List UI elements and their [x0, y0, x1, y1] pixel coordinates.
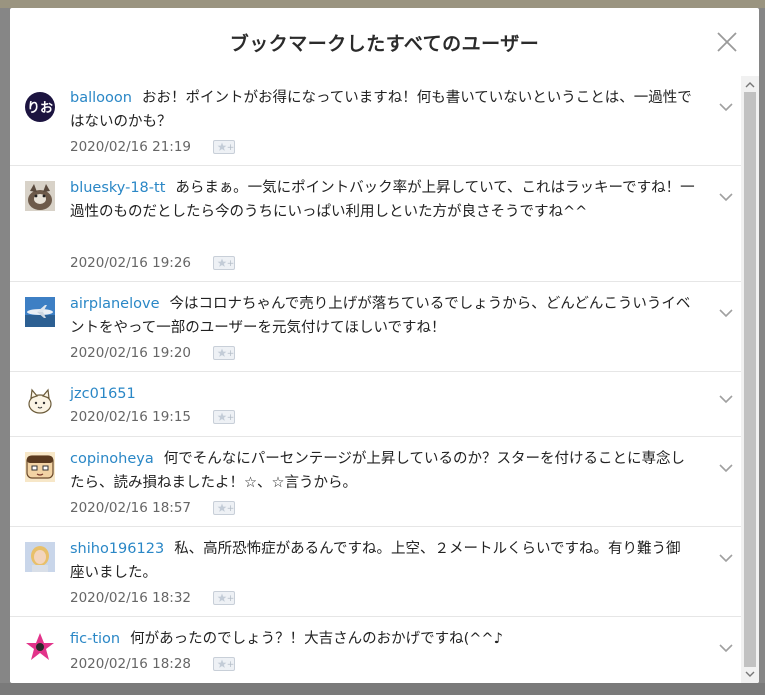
comment-item: copinoheya 何でそんなにパーセンテージが上昇しているのか？スターを付ける… [10, 437, 741, 527]
add-star-icon: + [213, 410, 236, 424]
scroll-down-icon[interactable] [741, 667, 759, 681]
avatar-label: りお [27, 101, 53, 116]
add-star-button[interactable]: + [213, 657, 236, 671]
add-star-button[interactable]: + [213, 591, 236, 605]
username-link[interactable]: ballooon [70, 90, 132, 106]
comment-timestamp[interactable]: 2020/02/16 21:19 [70, 139, 191, 155]
add-star-icon: + [213, 140, 236, 154]
comment-timestamp[interactable]: 2020/02/16 18:57 [70, 500, 191, 516]
comment-item: shiho196123 私、高所恐怖症があるんですね。上空、２メートルくらいですね… [10, 527, 741, 617]
comment-meta: 2020/02/16 18:32 + [70, 590, 236, 606]
chevron-down-icon[interactable] [719, 554, 733, 563]
comment-list[interactable]: りお ballooon おお！ポイントがお得になっていますね！何も書いていないとい… [10, 76, 741, 683]
comment-meta: 2020/02/16 19:26 + [70, 255, 236, 271]
comment-list-scrollbar[interactable] [741, 76, 759, 683]
comment-text: おお！ポイントがお得になっていますね！何も書いていないということは、一過性ではな… [70, 90, 692, 130]
svg-text:+: + [227, 660, 235, 670]
background-bottom-edge [0, 683, 765, 695]
chevron-down-icon[interactable] [719, 644, 733, 653]
username-link[interactable]: copinoheya [70, 451, 154, 467]
comment-timestamp[interactable]: 2020/02/16 18:32 [70, 590, 191, 606]
comment-text: 何でそんなにパーセンテージが上昇しているのか？スターを付けることに専念したら、読… [70, 451, 685, 491]
svg-text:+: + [227, 349, 235, 359]
background-right-edge [759, 8, 765, 695]
comment-meta: 2020/02/16 21:19 + [70, 139, 236, 155]
background-left-edge [0, 8, 10, 695]
comment-timestamp[interactable]: 2020/02/16 19:15 [70, 409, 191, 425]
comment-item: airplanelove 今はコロナちゃんで売り上げが落ちているでしょうから、どん… [10, 282, 741, 372]
add-star-button[interactable]: + [213, 346, 236, 360]
username-link[interactable]: jzc01651 [70, 386, 136, 402]
add-star-icon: + [213, 591, 236, 605]
comment-body: shiho196123 私、高所恐怖症があるんですね。上空、２メートルくらいですね… [70, 537, 695, 585]
chevron-down-icon[interactable] [719, 464, 733, 473]
comment-item: bluesky-18-tt あらまぁ。一気にポイントバック率が上昇していて、これは… [10, 166, 741, 282]
comment-meta: 2020/02/16 19:20 + [70, 345, 236, 361]
comment-timestamp[interactable]: 2020/02/16 19:20 [70, 345, 191, 361]
chevron-down-icon[interactable] [719, 103, 733, 112]
comment-text: 何があったのでしょう？！大吉さんのおかげですね(^^♪ [130, 631, 503, 647]
comment-item: fic-tion 何があったのでしょう？！大吉さんのおかげですね(^^♪ 2020… [10, 617, 741, 683]
comment-timestamp[interactable]: 2020/02/16 18:28 [70, 656, 191, 672]
username-link[interactable]: fic-tion [70, 631, 120, 647]
modal-header: ブックマークしたすべてのユーザー [10, 8, 759, 76]
svg-text:+: + [227, 143, 235, 153]
add-star-button[interactable]: + [213, 140, 236, 154]
comment-meta: 2020/02/16 18:57 + [70, 500, 236, 516]
svg-text:+: + [227, 413, 235, 423]
username-link[interactable]: airplanelove [70, 296, 160, 312]
username-link[interactable]: bluesky-18-tt [70, 180, 165, 196]
add-star-icon: + [213, 657, 236, 671]
comment-item: jzc01651 2020/02/16 19:15 + [10, 372, 741, 437]
svg-text:+: + [227, 594, 235, 604]
avatar[interactable]: りお [25, 92, 55, 122]
comment-body: airplanelove 今はコロナちゃんで売り上げが落ちているでしょうから、どん… [70, 292, 695, 340]
avatar[interactable] [25, 181, 55, 211]
username-link[interactable]: shiho196123 [70, 541, 164, 557]
comment-body: jzc01651 [70, 382, 695, 406]
bookmark-users-modal: ブックマークしたすべてのユーザー りお ballooon おお！ポイントがお得にな… [10, 8, 759, 683]
comment-body: fic-tion 何があったのでしょう？！大吉さんのおかげですね(^^♪ [70, 627, 695, 651]
modal-title: ブックマークしたすべてのユーザー [229, 33, 540, 55]
avatar[interactable] [25, 387, 55, 417]
background-page-strip [0, 0, 765, 8]
chevron-down-icon[interactable] [719, 395, 733, 404]
scrollbar-thumb[interactable] [744, 92, 756, 667]
close-button[interactable] [715, 30, 739, 54]
add-star-icon: + [213, 501, 236, 515]
add-star-icon: + [213, 256, 236, 270]
scroll-up-icon[interactable] [741, 78, 759, 92]
avatar[interactable] [25, 542, 55, 572]
add-star-button[interactable]: + [213, 410, 236, 424]
chevron-down-icon[interactable] [719, 193, 733, 202]
comment-meta: 2020/02/16 18:28 + [70, 656, 236, 672]
chevron-down-icon[interactable] [719, 309, 733, 318]
comment-item: りお ballooon おお！ポイントがお得になっていますね！何も書いていないとい… [10, 76, 741, 166]
comment-body: copinoheya 何でそんなにパーセンテージが上昇しているのか？スターを付ける… [70, 447, 695, 495]
comment-body: bluesky-18-tt あらまぁ。一気にポイントバック率が上昇していて、これは… [70, 176, 695, 224]
comment-timestamp[interactable]: 2020/02/16 19:26 [70, 255, 191, 271]
close-icon [717, 32, 737, 52]
avatar[interactable] [25, 452, 55, 482]
svg-text:+: + [227, 259, 235, 269]
add-star-icon: + [213, 346, 236, 360]
svg-text:+: + [227, 504, 235, 514]
comment-meta: 2020/02/16 19:15 + [70, 409, 236, 425]
comment-text: 今はコロナちゃんで売り上げが落ちているでしょうから、どんどんこういうイベントをや… [70, 296, 691, 336]
add-star-button[interactable]: + [213, 501, 236, 515]
add-star-button[interactable]: + [213, 256, 236, 270]
comment-body: ballooon おお！ポイントがお得になっていますね！何も書いていないということ… [70, 86, 695, 134]
avatar[interactable] [25, 297, 55, 327]
avatar[interactable] [25, 632, 55, 662]
